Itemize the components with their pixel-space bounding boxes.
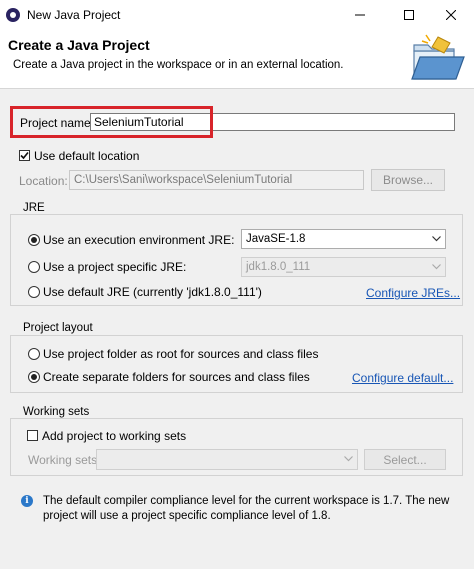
configure-jres-link[interactable]: Configure JREs...	[366, 286, 460, 300]
select-working-sets-button: Select...	[364, 449, 446, 470]
info-message-line-2: project will use a project specific comp…	[43, 510, 331, 522]
execution-environment-combo[interactable]: JavaSE-1.8	[241, 229, 446, 249]
separate-folders-label: Create separate folders for sources and …	[43, 370, 310, 384]
minimize-button[interactable]	[337, 0, 383, 30]
maximize-icon	[404, 10, 414, 20]
chevron-down-icon	[432, 264, 441, 270]
project-folder-root-radio[interactable]	[28, 348, 40, 360]
use-default-location-label: Use default location	[34, 149, 140, 163]
chevron-down-icon	[432, 236, 441, 242]
default-jre-label: Use default JRE (currently 'jdk1.8.0_111…	[43, 285, 262, 299]
working-sets-label: Working sets:	[28, 453, 101, 467]
working-sets-combo	[96, 449, 358, 470]
project-specific-jre-label: Use a project specific JRE:	[43, 260, 187, 274]
new-java-project-folder-icon	[411, 34, 465, 80]
wizard-title: Create a Java Project	[8, 37, 150, 53]
use-default-location-checkbox[interactable]	[19, 150, 30, 161]
location-field: C:\Users\Sani\workspace\SeleniumTutorial	[69, 170, 364, 190]
checkmark-icon	[20, 151, 29, 160]
location-label: Location:	[19, 174, 68, 188]
project-layout-title: Project layout	[23, 322, 93, 334]
project-name-input[interactable]	[90, 113, 455, 131]
working-sets-title: Working sets	[23, 406, 90, 418]
project-specific-jre-radio[interactable]	[28, 261, 40, 273]
execution-environment-radio[interactable]	[28, 234, 40, 246]
project-specific-jre-combo: jdk1.8.0_111	[241, 257, 446, 277]
info-icon: i	[21, 495, 33, 507]
execution-environment-value: JavaSE-1.8	[246, 233, 306, 245]
default-jre-radio[interactable]	[28, 286, 40, 298]
window-title: New Java Project	[27, 8, 121, 22]
wizard-description: Create a Java project in the workspace o…	[13, 59, 344, 71]
info-message-line-1: The default compiler compliance level fo…	[43, 495, 450, 507]
eclipse-icon	[6, 8, 20, 22]
execution-environment-label: Use an execution environment JRE:	[43, 233, 235, 247]
browse-button: Browse...	[371, 169, 445, 191]
project-specific-jre-value: jdk1.8.0_111	[246, 261, 311, 273]
add-to-working-sets-checkbox[interactable]	[27, 430, 38, 441]
project-name-label: Project name:	[20, 116, 95, 130]
minimize-icon	[355, 14, 365, 16]
chevron-down-icon	[344, 456, 353, 462]
close-button[interactable]	[428, 0, 474, 30]
add-to-working-sets-label: Add project to working sets	[42, 429, 187, 443]
close-icon	[446, 10, 456, 20]
jre-group-title: JRE	[23, 202, 45, 214]
maximize-button[interactable]	[386, 0, 432, 30]
configure-default-link[interactable]: Configure default...	[352, 371, 453, 385]
separate-folders-radio[interactable]	[28, 371, 40, 383]
project-folder-root-label: Use project folder as root for sources a…	[43, 347, 319, 361]
